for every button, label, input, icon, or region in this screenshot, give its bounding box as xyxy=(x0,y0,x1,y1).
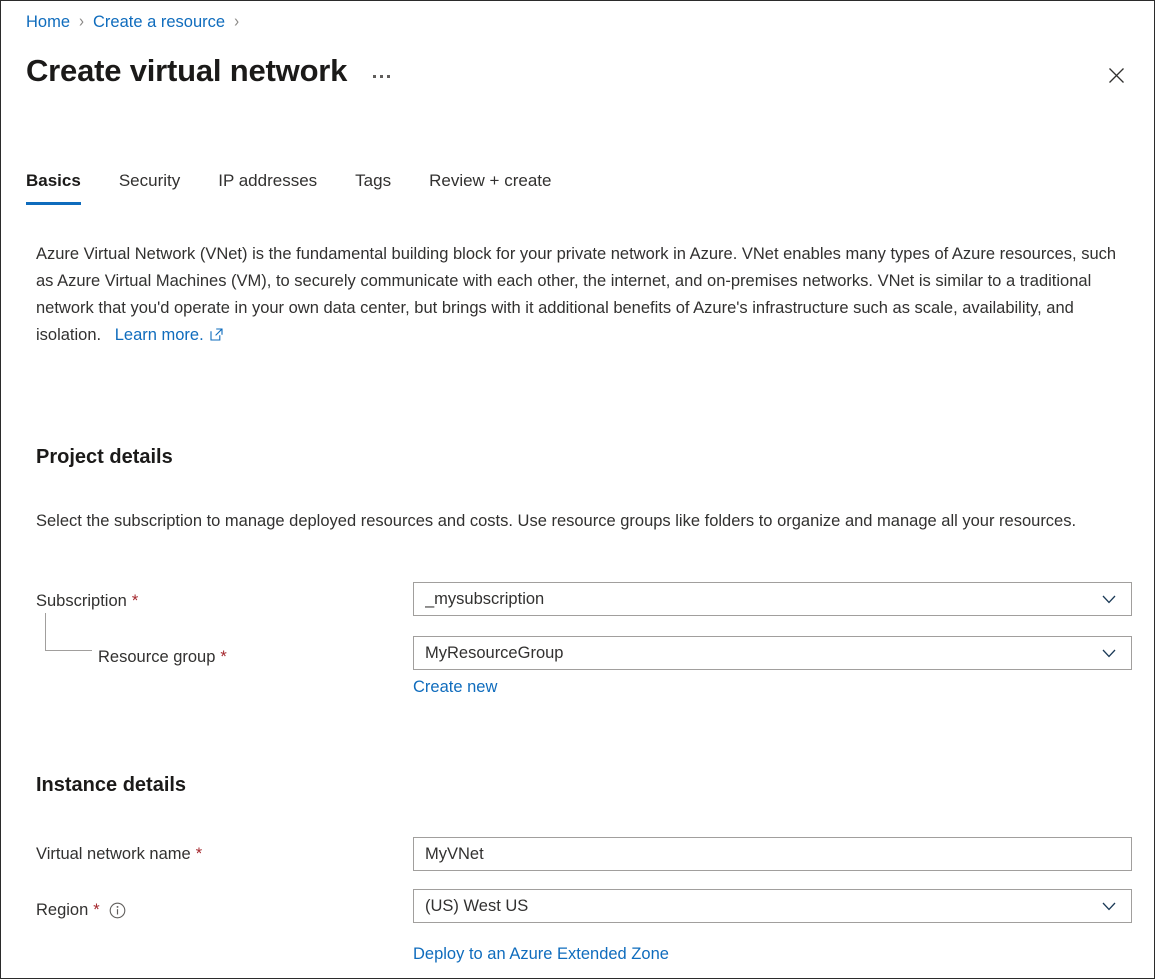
tab-tags[interactable]: Tags xyxy=(355,169,391,205)
region-label-text: Region xyxy=(36,898,88,922)
resource-group-label-text: Resource group xyxy=(98,645,215,669)
chevron-down-icon xyxy=(1101,898,1117,914)
deploy-extended-zone-link[interactable]: Deploy to an Azure Extended Zone xyxy=(413,942,669,966)
title-row: Create virtual network xyxy=(26,51,394,91)
external-link-icon xyxy=(210,328,223,341)
ellipsis-dot xyxy=(380,75,383,78)
subscription-label-text: Subscription xyxy=(36,589,127,613)
create-virtual-network-blade: Home › Create a resource › Create virtua… xyxy=(0,0,1155,979)
ellipsis-dot xyxy=(373,75,376,78)
breadcrumb-item-create-a-resource[interactable]: Create a resource xyxy=(93,11,225,33)
resource-group-value: MyResourceGroup xyxy=(425,644,1101,663)
required-marker: * xyxy=(132,589,138,613)
virtual-network-name-label: Virtual network name * xyxy=(36,842,202,866)
required-marker: * xyxy=(93,898,99,922)
virtual-network-name-input[interactable]: MyVNet xyxy=(413,837,1132,871)
tab-basics[interactable]: Basics xyxy=(26,169,81,205)
required-marker: * xyxy=(220,645,226,669)
breadcrumb-separator-icon: › xyxy=(234,9,239,34)
subscription-label: Subscription * xyxy=(36,589,138,613)
region-label: Region * xyxy=(36,898,126,922)
section-description-project-details: Select the subscription to manage deploy… xyxy=(36,508,1126,535)
close-icon[interactable] xyxy=(1100,59,1132,91)
section-heading-instance-details: Instance details xyxy=(36,771,186,799)
indent-connector xyxy=(45,613,92,651)
region-value: (US) West US xyxy=(425,897,1101,916)
learn-more-link[interactable]: Learn more. xyxy=(115,322,223,349)
region-dropdown[interactable]: (US) West US xyxy=(413,889,1132,923)
ellipsis-dot xyxy=(387,75,390,78)
resource-group-label: Resource group * xyxy=(98,645,227,669)
breadcrumb-separator-icon: › xyxy=(79,9,84,34)
tab-review-create[interactable]: Review + create xyxy=(429,169,551,205)
ellipsis-icon[interactable] xyxy=(369,71,394,82)
breadcrumb-item-home[interactable]: Home xyxy=(26,11,70,33)
subscription-dropdown[interactable]: _mysubscription xyxy=(413,582,1132,616)
chevron-down-icon xyxy=(1101,591,1117,607)
learn-more-label: Learn more. xyxy=(115,322,204,349)
tab-security[interactable]: Security xyxy=(119,169,180,205)
page-title: Create virtual network xyxy=(26,51,347,91)
intro-text: Azure Virtual Network (VNet) is the fund… xyxy=(36,241,1128,349)
resource-group-dropdown[interactable]: MyResourceGroup xyxy=(413,636,1132,670)
virtual-network-name-label-text: Virtual network name xyxy=(36,842,191,866)
tab-ip-addresses[interactable]: IP addresses xyxy=(218,169,317,205)
breadcrumb: Home › Create a resource › xyxy=(26,11,248,33)
create-new-resource-group-link[interactable]: Create new xyxy=(413,675,497,699)
tab-list: Basics Security IP addresses Tags Review… xyxy=(26,169,551,205)
required-marker: * xyxy=(196,842,202,866)
subscription-value: _mysubscription xyxy=(425,590,1101,609)
info-icon[interactable] xyxy=(109,902,126,919)
section-heading-project-details: Project details xyxy=(36,443,173,471)
chevron-down-icon xyxy=(1101,645,1117,661)
virtual-network-name-value: MyVNet xyxy=(425,845,1121,864)
